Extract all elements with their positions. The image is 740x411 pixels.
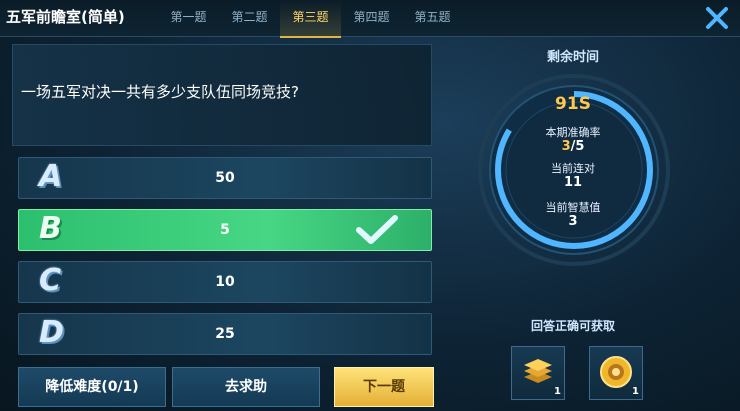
option-b[interactable]: B 5 bbox=[18, 209, 432, 251]
page-title: 五军前瞻室(简单) bbox=[6, 8, 125, 26]
question-text: 一场五军对决一共有多少支队伍同场竞技? bbox=[21, 83, 299, 101]
reward-count: 1 bbox=[554, 386, 561, 397]
wisdom-label: 当前智慧值 bbox=[545, 201, 601, 214]
ask-help-button[interactable]: 去求助 bbox=[172, 367, 320, 407]
tab-question-4[interactable]: 第四题 bbox=[341, 0, 402, 36]
timer-value: 91S bbox=[555, 94, 591, 114]
question-panel: 一场五军对决一共有多少支队伍同场竞技? bbox=[12, 44, 432, 146]
tab-question-1[interactable]: 第一题 bbox=[158, 0, 219, 36]
accuracy-label: 本期准确率 bbox=[545, 126, 601, 139]
tab-question-5[interactable]: 第五题 bbox=[402, 0, 463, 36]
accuracy-correct: 3 bbox=[561, 139, 571, 154]
option-c[interactable]: C 10 bbox=[18, 261, 432, 303]
option-value: 50 bbox=[215, 170, 235, 186]
reward-label: 回答正确可获取 bbox=[530, 319, 615, 333]
reward-count: 1 bbox=[632, 386, 639, 397]
streak-label: 当前连对 bbox=[551, 162, 595, 175]
option-value: 25 bbox=[215, 326, 235, 342]
reward-item[interactable]: 1 bbox=[511, 346, 565, 400]
option-value: 10 bbox=[215, 274, 235, 290]
accuracy-value: 3/5 bbox=[500, 139, 646, 154]
question-tabs: 第一题 第二题 第三题 第四题 第五题 bbox=[158, 0, 463, 38]
streak-value: 11 bbox=[563, 175, 583, 190]
reward-item[interactable]: 1 bbox=[589, 346, 643, 400]
wisdom-value: 3 bbox=[568, 214, 578, 229]
tab-question-2[interactable]: 第二题 bbox=[219, 0, 280, 36]
option-a[interactable]: A 50 bbox=[18, 157, 432, 199]
lower-difficulty-button[interactable]: 降低难度(0/1) bbox=[18, 367, 166, 407]
checkmark-icon bbox=[356, 215, 398, 244]
remaining-time-label: 剩余时间 bbox=[546, 50, 599, 65]
top-bar: 五军前瞻室(简单) 第一题 第二题 第三题 第四题 第五题 bbox=[0, 0, 740, 38]
accuracy-total: /5 bbox=[570, 139, 585, 154]
tab-question-3[interactable]: 第三题 bbox=[280, 0, 341, 38]
next-question-button[interactable]: 下一题 bbox=[334, 367, 434, 407]
option-d[interactable]: D 25 bbox=[18, 313, 432, 355]
close-icon[interactable] bbox=[704, 5, 730, 31]
